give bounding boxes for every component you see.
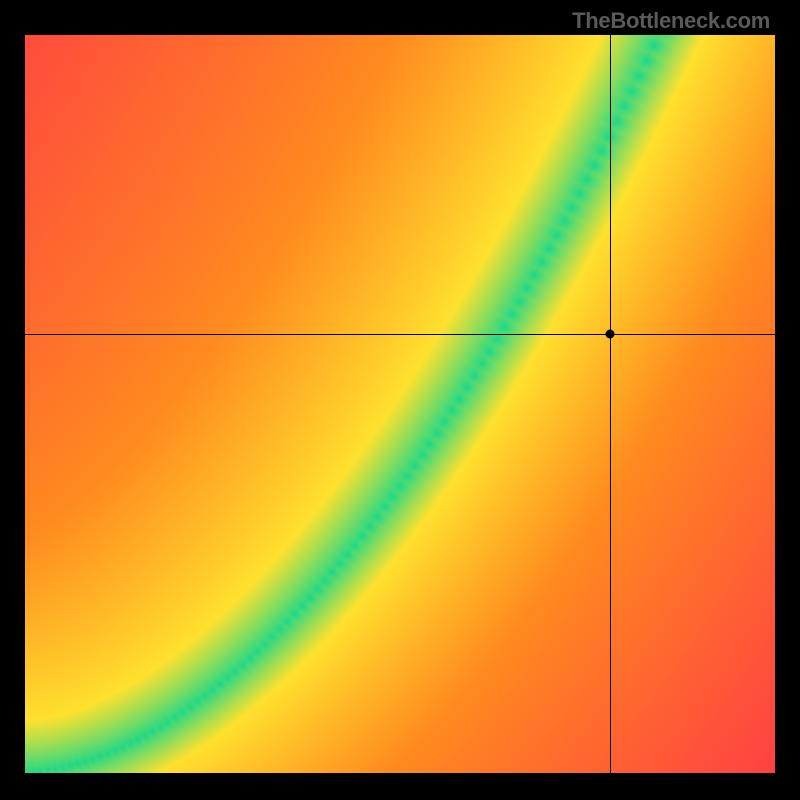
heatmap-plot [25,35,775,773]
crosshair-horizontal [25,334,775,335]
crosshair-marker-dot [606,329,615,338]
heatmap-canvas [25,35,775,773]
crosshair-vertical [610,35,611,773]
chart-container: TheBottleneck.com [0,0,800,800]
watermark-text: TheBottleneck.com [572,8,770,34]
